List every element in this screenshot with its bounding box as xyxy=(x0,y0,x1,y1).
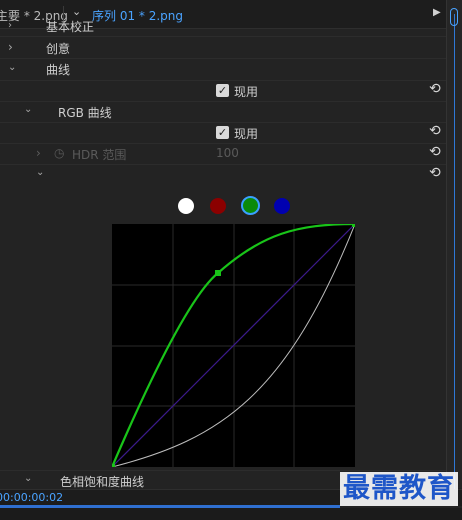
curve-start-point xyxy=(112,464,115,467)
row-curves[interactable]: ⌄ 曲线 xyxy=(0,59,446,81)
current-timecode[interactable]: 00:00:00:02 xyxy=(0,491,63,504)
chevron-right-icon[interactable]: › xyxy=(36,146,41,160)
row-hdr-range: › ◷ HDR 范围 100 ⟲ xyxy=(0,143,446,165)
curve-control-point xyxy=(215,270,221,276)
row-curves-enable: ✓ 现用 ⟲ xyxy=(0,80,446,102)
enable-label: 现用 xyxy=(234,127,259,141)
section-label-basic: 基本校正 xyxy=(46,20,95,34)
chevron-right-icon[interactable]: › xyxy=(8,20,12,31)
channel-red-button[interactable] xyxy=(210,198,226,214)
channel-blue-button[interactable] xyxy=(274,198,290,214)
curves-enable-checkbox[interactable]: ✓ xyxy=(216,84,229,97)
curve-end-point xyxy=(352,224,355,227)
section-label-curves: 曲线 xyxy=(46,63,71,77)
reset-icon[interactable]: ⟲ xyxy=(429,145,441,159)
reset-icon[interactable]: ⟲ xyxy=(429,124,441,138)
chevron-right-icon[interactable]: › xyxy=(8,40,13,54)
hdr-range-label: HDR 范围 xyxy=(72,148,127,162)
playhead-handle[interactable] xyxy=(450,8,458,26)
watermark-logo: 最需教育 xyxy=(340,472,458,506)
reset-icon[interactable]: ⟲ xyxy=(429,82,441,96)
channel-white-button[interactable] xyxy=(178,198,194,214)
section-label-rgb-curves: RGB 曲线 xyxy=(58,106,112,120)
row-rgb-enable: ✓ 现用 ⟲ xyxy=(0,122,446,144)
row-rgb-curves[interactable]: ⌄ RGB 曲线 xyxy=(0,101,446,123)
section-label-hue-sat: 色相饱和度曲线 xyxy=(60,475,145,489)
chevron-down-icon[interactable]: ⌄ xyxy=(8,62,16,73)
enable-label: 现用 xyxy=(234,85,259,99)
chevron-down-icon[interactable]: ⌄ xyxy=(36,167,44,178)
playhead-line xyxy=(454,14,455,490)
row-creative[interactable]: › 创意 xyxy=(0,37,446,59)
stopwatch-icon[interactable]: ◷ xyxy=(54,146,64,160)
hdr-range-value: 100 xyxy=(216,146,239,160)
chevron-down-icon[interactable]: ⌄ xyxy=(24,104,32,115)
rgb-enable-checkbox[interactable]: ✓ xyxy=(216,126,229,139)
chevron-down-icon[interactable]: ⌄ xyxy=(24,473,32,484)
rgb-curve-plot[interactable] xyxy=(112,224,355,467)
section-label-creative: 创意 xyxy=(46,42,71,56)
row-basic-correction[interactable]: › 基本校正 xyxy=(0,16,446,37)
channel-green-button[interactable] xyxy=(241,196,260,215)
reset-icon[interactable]: ⟲ xyxy=(429,166,441,180)
lower-panel xyxy=(0,508,462,520)
